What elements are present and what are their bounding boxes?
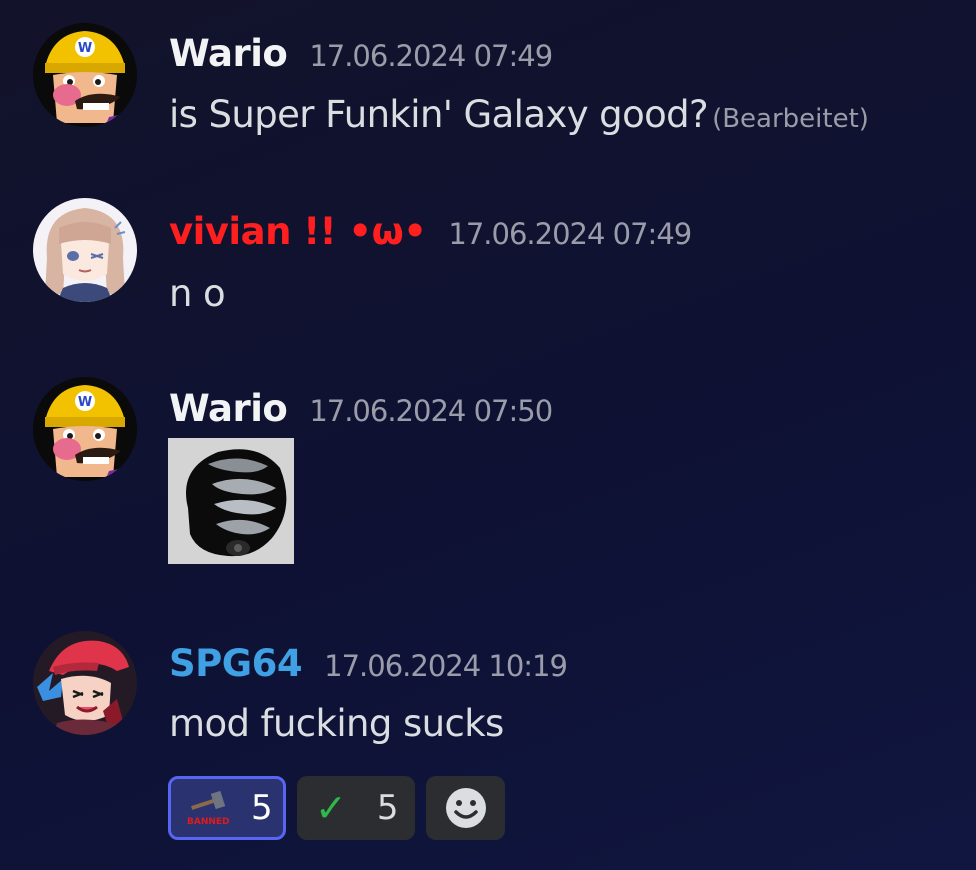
message-body: mod fucking sucks (169, 702, 504, 745)
username[interactable]: SPG64 (169, 642, 303, 685)
timestamp: 17.06.2024 07:50 (309, 394, 553, 428)
message-header: vivian !! •ω• 17.06.2024 07:49 (169, 210, 692, 253)
reaction-check[interactable]: ✓ 5 (297, 776, 415, 840)
message-text: n o (169, 272, 226, 315)
edited-label: (Bearbeitet) (712, 104, 869, 134)
svg-text:W: W (78, 41, 92, 56)
message-header: Wario 17.06.2024 07:49 (169, 32, 553, 75)
spg64-avatar[interactable] (33, 631, 137, 735)
image-attachment[interactable] (168, 438, 294, 564)
username[interactable]: Wario (169, 32, 288, 75)
message-body: n o (169, 272, 226, 315)
reactions-bar: BANNED 5 ✓ 5 (168, 776, 505, 840)
message-body: is Super Funkin' Galaxy good? (169, 93, 709, 136)
add-reaction-icon (445, 788, 486, 828)
wario-avatar[interactable]: W (33, 377, 137, 481)
reaction-count: 5 (376, 788, 399, 828)
timestamp: 17.06.2024 07:49 (309, 39, 553, 73)
timestamp: 17.06.2024 10:19 (324, 649, 568, 683)
message-header: Wario 17.06.2024 07:50 (169, 387, 553, 430)
timestamp: 17.06.2024 07:49 (448, 217, 692, 251)
username[interactable]: Wario (169, 387, 288, 430)
username[interactable]: vivian !! •ω• (169, 210, 427, 253)
reaction-banned[interactable]: BANNED 5 (168, 776, 286, 840)
message-header: SPG64 17.06.2024 10:19 (169, 642, 568, 685)
add-reaction-button[interactable] (426, 776, 505, 840)
message-text: mod fucking sucks (169, 702, 504, 745)
svg-text:W: W (78, 395, 92, 410)
vivian-avatar[interactable] (33, 198, 137, 302)
reaction-count: 5 (251, 788, 273, 828)
message-text: is Super Funkin' Galaxy good? (Bearbeitet… (169, 93, 869, 136)
banned-hammer-emoji: BANNED (185, 788, 229, 828)
check-mark-emoji: ✓ (315, 786, 347, 830)
svg-text:BANNED: BANNED (187, 817, 229, 827)
wario-avatar[interactable]: W (33, 23, 137, 127)
